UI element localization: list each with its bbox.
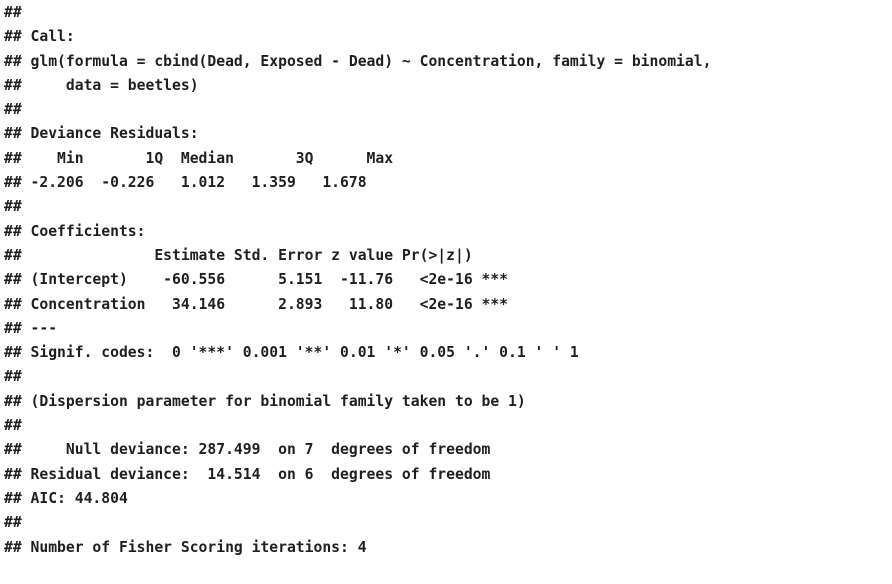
output-line-blank: ## (4, 101, 22, 119)
output-line-blank: ## (4, 4, 22, 21)
separator-line: ## --- (4, 319, 58, 337)
residual-deviance-line: ## Residual deviance: 14.514 on 6 degree… (4, 465, 491, 483)
fisher-scoring-iterations-line: ## Number of Fisher Scoring iterations: … (4, 538, 367, 556)
output-line-blank: ## (4, 368, 22, 386)
r-console-output-panel: ## ## Call: ## glm(formula = cbind(Dead, E… (0, 0, 892, 584)
output-line-blank: ## (4, 417, 22, 435)
dispersion-parameter-line: ## (Dispersion parameter for binomial fa… (4, 392, 526, 410)
coefficients-heading: ## Coefficients: (4, 222, 146, 240)
coefficient-row-intercept: ## (Intercept) -60.556 5.151 -11.76 <2e-… (4, 271, 509, 289)
call-heading: ## Call: (4, 28, 75, 46)
glm-summary-output: ## ## Call: ## glm(formula = cbind(Dead, E… (4, 0, 892, 560)
deviance-residuals-heading: ## Deviance Residuals: (4, 125, 199, 143)
signif-codes-line: ## Signif. codes: 0 '***' 0.001 '**' 0.0… (4, 344, 579, 362)
deviance-residuals-header-row: ## Min 1Q Median 3Q Max (4, 149, 394, 167)
aic-line: ## AIC: 44.804 (4, 489, 128, 507)
coefficients-header-row: ## Estimate Std. Error z value Pr(>|z|) (4, 246, 473, 264)
glm-formula-line: ## glm(formula = cbind(Dead, Exposed - D… (4, 52, 712, 70)
output-line-blank: ## (4, 198, 22, 216)
coefficient-row-concentration: ## Concentration 34.146 2.893 11.80 <2e-… (4, 295, 509, 313)
output-line-blank: ## (4, 514, 22, 532)
null-deviance-line: ## Null deviance: 287.499 on 7 degrees o… (4, 441, 491, 459)
deviance-residuals-values-row: ## -2.206 -0.226 1.012 1.359 1.678 (4, 174, 367, 192)
glm-data-argument-line: ## data = beetles) (4, 76, 199, 94)
